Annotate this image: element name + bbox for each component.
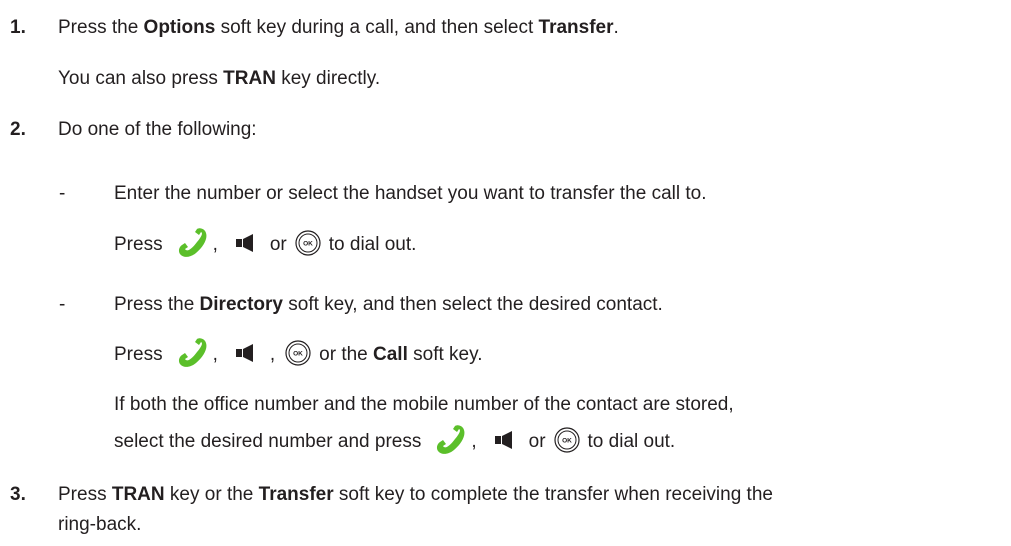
option-b-if: If both the office number and the mobile… [114,394,734,415]
option-b-post: soft key, and then select the desired co… [282,294,663,315]
step-1-note: You can also press TRAN key directly. [58,66,380,92]
tran-key-label-2: TRAN [111,484,165,505]
option-b-post-2: soft key. [407,344,483,366]
step-3-mid: key or the [164,484,259,505]
step-2-text: Do one of the following: [58,119,257,140]
option-b-pre: Press the [114,294,200,315]
step-number-1: 1. [10,17,26,38]
options-softkey-label: Options [143,17,216,38]
directory-softkey-label: Directory [199,294,283,315]
handset-icon [178,228,207,257]
speakerphone-icon [494,431,512,449]
option-a-dash: - [59,183,66,204]
svg-text:OK: OK [303,241,313,248]
option-b-text: Press the Directory soft key, and then s… [114,292,663,318]
option-a-text: Enter the number or select the handset y… [114,183,707,204]
transfer-softkey-label: Transfer [258,484,334,505]
step-3-pre: Press [58,484,112,505]
option-b-or-2: or [528,431,546,453]
ok-key-icon: OK [553,427,580,453]
option-b-comma-1: , [212,344,218,366]
option-a-comma: , [212,234,218,256]
option-a-press: Press [114,234,163,256]
step-1-post: . [613,17,619,38]
option-b-press: Press [114,344,163,366]
step-number-3: 3. [10,484,26,505]
step-number-2: 2. [10,119,26,140]
step-3-continuation: ring-back. [58,514,142,535]
option-b-post-3: to dial out. [587,431,676,453]
svg-text:OK: OK [293,351,303,358]
step-1-mid: soft key during a call, and then select [215,17,539,38]
step-1-text: Press the Options soft key during a call… [58,15,619,41]
option-a-press-line: Press, or OK to dial out. [114,228,417,260]
step-3-post: soft key to complete the transfer when r… [333,484,773,505]
option-b-press-line: Press,, OK or the Call soft key. [114,338,483,370]
option-b-select: select the desired number and press [114,431,422,453]
step-1-pre: Press the [58,17,144,38]
svg-text:OK: OK [562,438,572,445]
option-b-comma-2: , [269,344,276,366]
handset-icon [178,338,207,367]
step-3-text: Press TRAN key or the Transfer soft key … [58,482,773,508]
handset-icon [437,425,465,454]
call-softkey-label: Call [373,344,408,366]
ok-key-icon: OK [295,230,321,256]
option-a-post: to dial out. [328,234,417,256]
transfer-label: Transfer [538,17,614,38]
option-a-or: or [269,234,287,256]
option-b-dash: - [59,294,66,315]
step-1-note-post: key directly. [275,68,381,89]
step-1-note-pre: You can also press [58,68,224,89]
tran-key-label: TRAN [223,68,276,89]
option-b-select-line: select the desired number and press, or OK… [114,425,676,457]
speakerphone-icon [235,234,253,252]
option-b-comma-3: , [471,431,477,453]
speakerphone-icon [235,344,253,362]
option-b-or: or the [319,344,374,366]
ok-key-icon: OK [285,340,311,366]
